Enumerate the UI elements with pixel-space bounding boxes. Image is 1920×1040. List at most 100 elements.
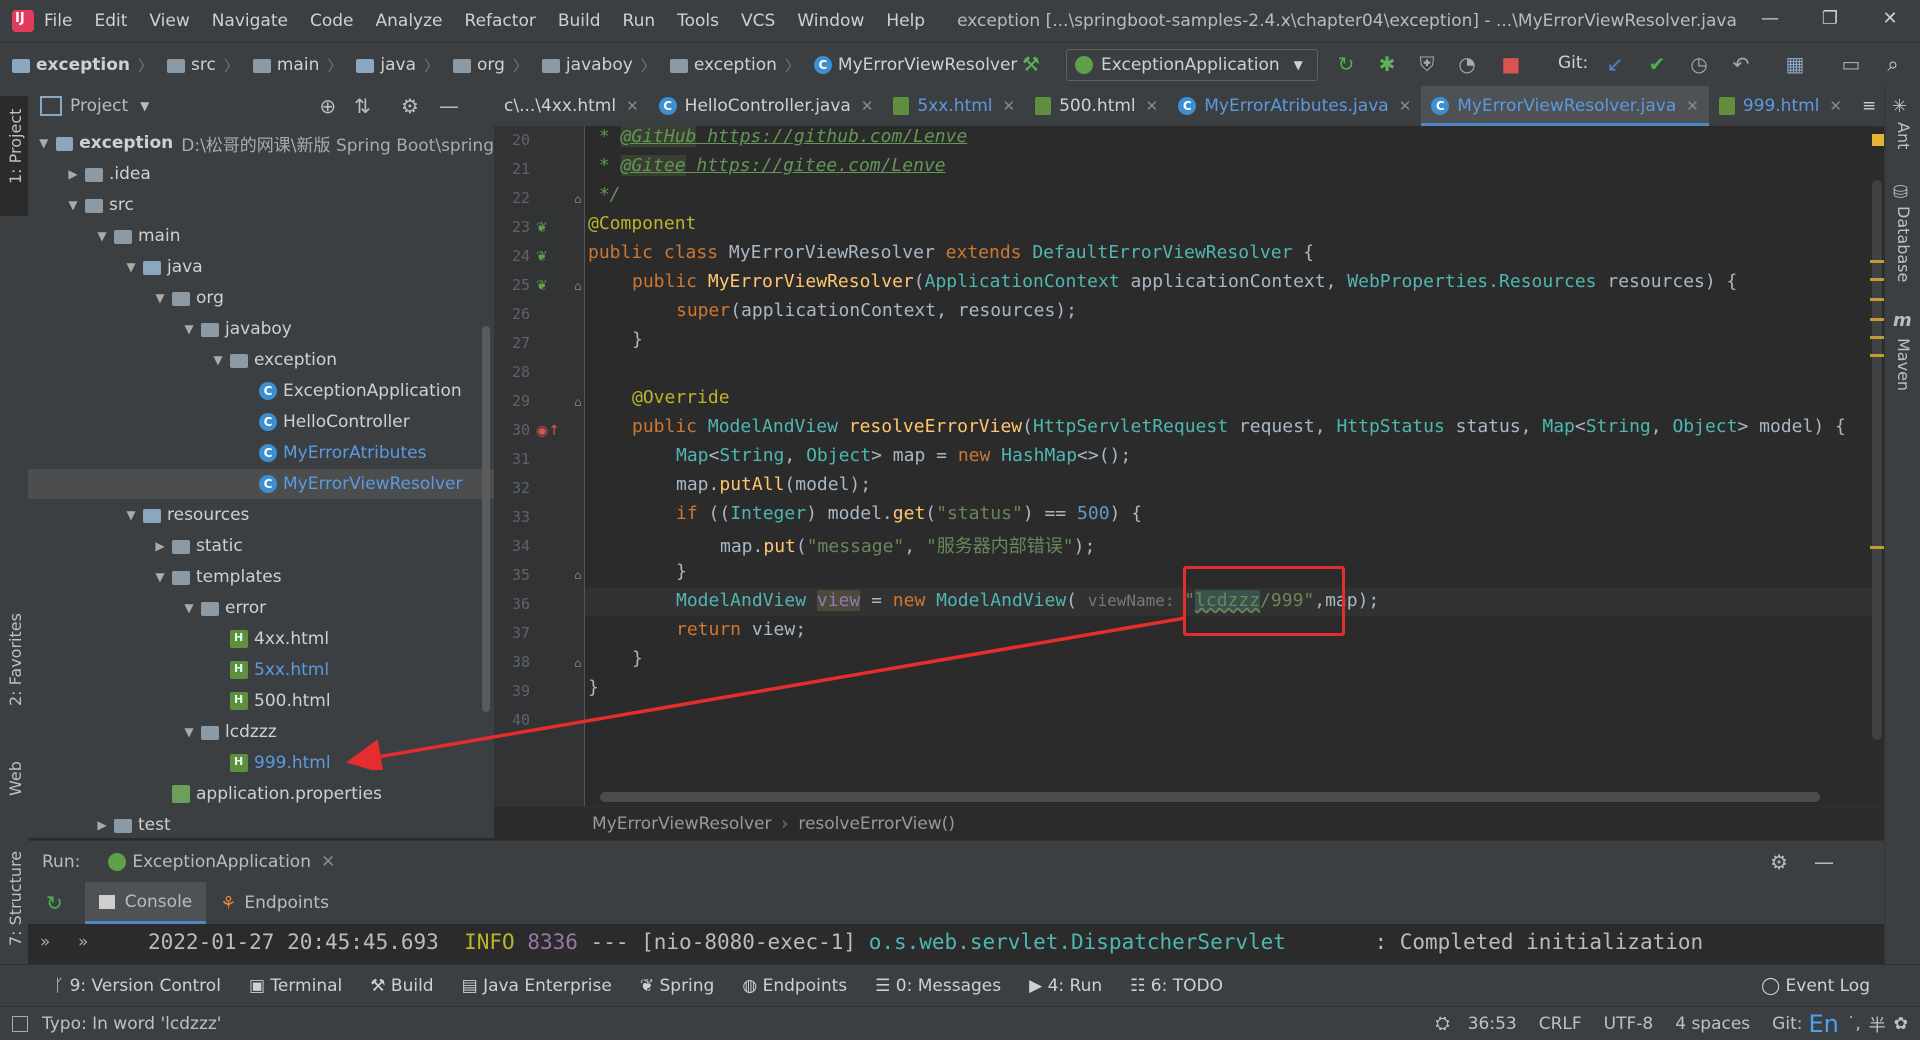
tree-item-templates[interactable]: ▼ templates <box>28 562 494 592</box>
gear-icon[interactable]: ⚙ <box>401 94 419 118</box>
breadcrumb-org[interactable]: org <box>477 55 505 75</box>
menu-refactor[interactable]: Refactor <box>465 11 536 31</box>
tree-item-exception[interactable]: ▼ exception <box>28 345 494 375</box>
code-line[interactable]: @Override <box>632 387 730 408</box>
coverage-icon[interactable]: ⛨ <box>1416 53 1438 75</box>
fold-marker-icon[interactable]: ⌂ <box>574 279 582 293</box>
editor-breadcrumb-method[interactable]: resolveErrorView() <box>798 814 955 834</box>
tool-window-maven[interactable]: Maven <box>1894 338 1913 391</box>
bean-gutter-icon[interactable]: ❦ <box>536 278 548 294</box>
tool-tab-event-log[interactable]: ◯ Event Log <box>1761 976 1870 996</box>
tree-item--idea[interactable]: ▶ .idea <box>28 159 494 189</box>
restore-icon[interactable]: ❐ <box>1800 0 1860 42</box>
line-separator[interactable]: CRLF <box>1539 1014 1582 1034</box>
breadcrumb-exception[interactable]: exception <box>694 55 777 75</box>
tool-tab-spring[interactable]: ❦ Spring <box>640 976 715 996</box>
tool-window-web[interactable]: Web <box>6 761 25 796</box>
tool-tab-endpoints[interactable]: ◍ Endpoints <box>742 976 847 996</box>
code-line[interactable]: public class MyErrorViewResolver extends… <box>588 242 1314 263</box>
chevron-down-icon[interactable]: ▼ <box>152 570 168 584</box>
menu-analyze[interactable]: Analyze <box>376 11 443 31</box>
menu-tools[interactable]: Tools <box>677 11 719 31</box>
chevron-down-icon[interactable]: ▼ <box>181 322 197 336</box>
inspection-icon[interactable]: ⛭ <box>1435 1013 1449 1034</box>
project-structure-icon[interactable]: ▦ <box>1784 53 1806 75</box>
tree-item-src[interactable]: ▼ src <box>28 190 494 220</box>
status-message[interactable]: Typo: In word 'lcdzzz' <box>42 1014 221 1034</box>
tool-tab-todo[interactable]: ☷ 6: TODO <box>1130 976 1223 996</box>
breadcrumb-java[interactable]: java <box>380 55 416 75</box>
git-update-icon[interactable]: ↙ <box>1604 53 1626 75</box>
code-line[interactable]: * @Gitee https://gitee.com/Lenve <box>588 155 946 176</box>
fold-marker-icon[interactable]: ⌂ <box>574 192 582 206</box>
code-line[interactable]: } <box>676 561 687 582</box>
close-icon[interactable]: ✕ <box>1860 0 1920 42</box>
hammer-build-icon[interactable]: ⚒ <box>1020 53 1042 75</box>
menu-window[interactable]: Window <box>797 11 864 31</box>
tab-myerrorviewresolver[interactable]: C MyErrorViewResolver.java ✕ <box>1421 86 1709 126</box>
project-panel-title[interactable]: Project <box>70 96 128 116</box>
override-gutter-icon[interactable]: ◉↑ <box>536 423 560 439</box>
tool-tab-build[interactable]: ⚒ Build <box>370 976 433 996</box>
tree-item-myerrorviewresolver[interactable]: C MyErrorViewResolver <box>28 469 494 499</box>
chevron-down-icon[interactable]: ▼ <box>36 136 52 150</box>
tree-item-myerroratributes[interactable]: C MyErrorAtributes <box>28 438 494 468</box>
panel-toggle-icon[interactable] <box>12 1015 28 1032</box>
tab-endpoints[interactable]: ⚘ Endpoints <box>206 882 343 924</box>
code-line[interactable]: super(applicationContext, resources); <box>676 300 1077 321</box>
tree-item-javaboy[interactable]: ▼ javaboy <box>28 314 494 344</box>
breadcrumb-class[interactable]: MyErrorViewResolver <box>838 55 1018 75</box>
menu-vcs[interactable]: VCS <box>741 11 775 31</box>
chevron-right-icon[interactable]: ▶ <box>65 167 81 181</box>
fold-marker-icon[interactable]: ⌂ <box>574 568 582 582</box>
close-icon[interactable]: ✕ <box>1686 97 1699 115</box>
tool-tab-java-enterprise[interactable]: ▤ Java Enterprise <box>462 976 612 996</box>
run-configuration-select[interactable]: ExceptionApplication ▼ <box>1066 49 1318 81</box>
menu-run[interactable]: Run <box>623 11 656 31</box>
code-line[interactable]: if ((Integer) model.get("status") == 500… <box>676 503 1142 524</box>
rerun-icon[interactable]: ↻ <box>46 891 63 915</box>
rerun-icon[interactable]: ↻ <box>1335 53 1357 75</box>
chevron-down-icon[interactable]: ▼ <box>65 198 81 212</box>
collapse-all-icon[interactable]: ⇅ <box>354 94 371 118</box>
bean-gutter-icon[interactable]: ❦ <box>536 249 548 265</box>
gear-icon[interactable]: ⚙ <box>1770 850 1788 874</box>
chevron-down-icon[interactable]: ▼ <box>123 260 139 274</box>
editor-horizontal-scrollbar[interactable] <box>600 792 1820 802</box>
breadcrumb-javaboy[interactable]: javaboy <box>566 55 633 75</box>
code-line[interactable]: } <box>632 329 643 350</box>
tool-window-database[interactable]: Database <box>1894 206 1913 282</box>
history-icon[interactable]: ◷ <box>1688 53 1710 75</box>
code-line[interactable]: * @GitHub https://github.com/Lenve <box>588 126 967 147</box>
rollback-icon[interactable]: ↶ <box>1730 53 1752 75</box>
breadcrumb-exception-module[interactable]: exception <box>36 55 130 75</box>
tab-console[interactable]: Console <box>84 882 207 924</box>
tree-item-hellocontroller[interactable]: C HelloController <box>28 407 494 437</box>
stop-icon[interactable]: ■ <box>1500 53 1522 75</box>
fold-marker-icon[interactable]: ⌂ <box>574 395 582 409</box>
bean-gutter-icon[interactable]: ❦ <box>536 220 548 236</box>
code-line[interactable]: public ModelAndView resolveErrorView(Htt… <box>632 416 1846 437</box>
git-branch[interactable]: Git: <box>1772 1014 1802 1034</box>
close-icon[interactable]: ✕ <box>1399 97 1412 115</box>
close-icon[interactable]: ✕ <box>1003 97 1016 115</box>
tab-overflow-menu[interactable]: ≡ <box>1852 86 1884 126</box>
chevron-down-icon[interactable]: ▼ <box>94 229 110 243</box>
git-commit-icon[interactable]: ✔ <box>1646 53 1668 75</box>
code-line[interactable]: Map<String, Object> map = new HashMap<>(… <box>676 445 1131 466</box>
console-output[interactable]: » » 2022-01-27 20:45:45.693 INFO 8336 --… <box>28 924 1884 964</box>
profile-icon[interactable]: ◔ <box>1456 53 1478 75</box>
breadcrumb-src[interactable]: src <box>191 55 216 75</box>
tool-window-project[interactable]: 1: Project <box>6 109 25 184</box>
tool-tab-version-control[interactable]: ᚴ 9: Version Control <box>54 976 221 996</box>
tool-tab-messages[interactable]: ☰ 0: Messages <box>875 976 1001 996</box>
tab-hellocontroller[interactable]: C HelloController.java ✕ <box>649 86 884 126</box>
ime-indicator[interactable]: En <box>1808 1010 1838 1038</box>
menu-navigate[interactable]: Navigate <box>212 11 288 31</box>
file-encoding[interactable]: UTF-8 <box>1604 1014 1654 1034</box>
hide-panel-icon[interactable]: — <box>1814 850 1834 874</box>
tool-window-favorites[interactable]: 2: Favorites <box>6 613 25 706</box>
code-line[interactable]: map.putAll(model); <box>676 474 871 495</box>
chevron-right-icon[interactable]: ▶ <box>152 539 168 553</box>
more-icon[interactable]: » <box>78 932 88 952</box>
